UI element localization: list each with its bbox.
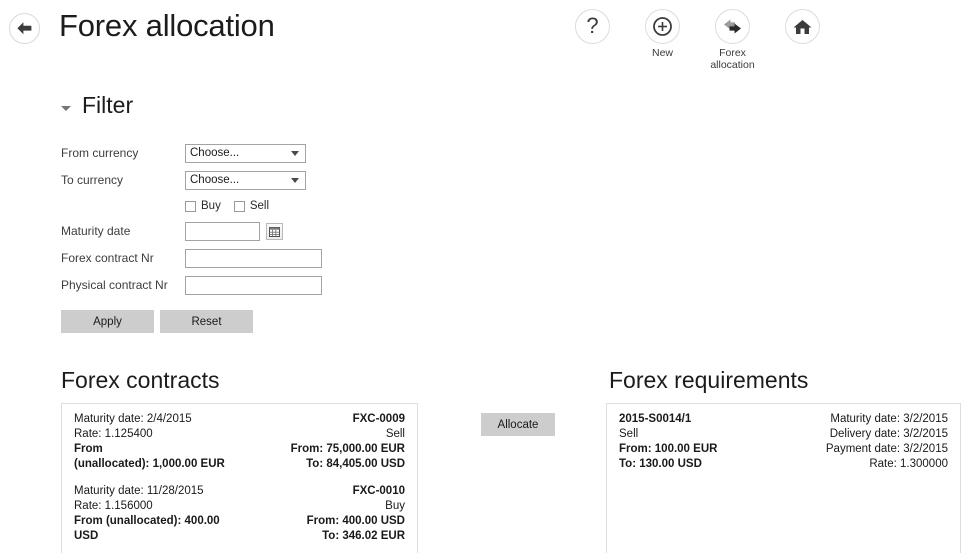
requirement-list-item[interactable]: 2015-S0014/1 Sell From: 100.00 EUR To: 1…: [607, 404, 960, 474]
contract-rate: Rate: 1.156000: [74, 500, 153, 512]
apply-button[interactable]: Apply: [61, 310, 154, 333]
contract-list-item[interactable]: Maturity date: 2/4/2015 Rate: 1.125400 F…: [62, 404, 417, 474]
requirement-maturity: Maturity date: 3/2/2015: [830, 413, 948, 425]
from-currency-row: From currency Choose...: [61, 140, 322, 166]
allocate-action: Allocate: [481, 413, 555, 436]
forex-requirements-panel: 2015-S0014/1 Sell From: 100.00 EUR To: 1…: [606, 403, 961, 553]
to-currency-row: To currency Choose...: [61, 167, 322, 193]
to-currency-label: To currency: [61, 173, 124, 187]
header-tool-icons: ? New Forex allocation: [562, 9, 833, 71]
help-icon-circle: ?: [575, 9, 610, 44]
filter-actions: Apply Reset: [61, 310, 322, 333]
contract-direction: Buy: [385, 500, 405, 512]
requirement-to-amount: To: 130.00 USD: [619, 458, 702, 470]
sell-checkbox[interactable]: [233, 200, 245, 212]
filter-toggle[interactable]: Filter: [61, 92, 133, 119]
requirement-left-column: 2015-S0014/1 Sell From: 100.00 EUR To: 1…: [619, 412, 784, 472]
new-icon-circle: [645, 9, 680, 44]
to-currency-select[interactable]: Choose...: [185, 170, 306, 190]
direction-checkbox-row: Buy Sell: [185, 194, 322, 218]
forex-contract-nr-label: Forex contract Nr: [61, 251, 154, 265]
contract-to-amount: To: 84,405.00 USD: [306, 458, 405, 470]
forex-allocation-label-line1: Forex: [719, 47, 746, 59]
physical-contract-nr-label: Physical contract Nr: [61, 278, 168, 292]
home-button[interactable]: [772, 9, 833, 71]
forex-contract-nr-row: Forex contract Nr: [61, 245, 322, 271]
home-icon: [793, 19, 812, 34]
reset-button[interactable]: Reset: [160, 310, 253, 333]
requirement-right-column: Maturity date: 3/2/2015 Delivery date: 3…: [784, 412, 948, 472]
maturity-date-row: Maturity date: [61, 218, 322, 244]
requirement-delivery: Delivery date: 3/2/2015: [829, 428, 948, 440]
home-icon-circle: [785, 9, 820, 44]
contract-right-column: FXC-0010 Buy From: 400.00 USD To: 346.02…: [240, 484, 405, 544]
from-currency-label: From currency: [61, 146, 139, 160]
sell-label: Sell: [249, 200, 270, 212]
requirement-number: 2015-S0014/1: [619, 413, 692, 425]
contract-to-amount: To: 346.02 EUR: [322, 530, 405, 542]
from-currency-value: Choose...: [190, 147, 240, 159]
buy-label: Buy: [201, 200, 221, 212]
back-button[interactable]: [9, 13, 40, 44]
arrow-left-circle-icon: [17, 22, 32, 35]
from-currency-select[interactable]: Choose...: [185, 143, 306, 163]
buy-checkbox[interactable]: [185, 200, 196, 212]
to-currency-value: Choose...: [190, 174, 240, 186]
contract-maturity: Maturity date: 11/28/2015: [74, 485, 204, 497]
page-header: Forex allocation ? New Forex allocation: [0, 0, 967, 80]
forex-contract-nr-input[interactable]: [185, 248, 322, 268]
help-button[interactable]: ?: [562, 9, 623, 71]
contract-right-column: FXC-0009 Sell From: 75,000.00 EUR To: 84…: [240, 412, 405, 472]
allocate-button[interactable]: Allocate: [481, 413, 555, 436]
contract-unallocated-line1: From: [74, 443, 103, 455]
forex-allocation-button[interactable]: Forex allocation: [702, 9, 763, 71]
requirement-from-amount: From: 100.00 EUR: [619, 443, 718, 455]
contract-from-amount: From: 75,000.00 EUR: [290, 443, 405, 455]
forex-contracts-title: Forex contracts: [61, 367, 220, 393]
filter-form: From currency Choose... To currency Choo…: [61, 140, 322, 333]
contract-unallocated-line1: From (unallocated): 400.00 USD: [74, 515, 220, 542]
new-label: New: [651, 47, 673, 59]
triangle-down-icon: [61, 106, 71, 111]
forex-contracts-panel: Maturity date: 2/4/2015 Rate: 1.125400 F…: [61, 403, 418, 553]
left-right-arrows-icon: [724, 19, 741, 34]
physical-contract-nr-input[interactable]: [185, 275, 322, 295]
maturity-date-input[interactable]: [185, 221, 260, 241]
circle-plus-icon: [653, 17, 672, 36]
forex-allocation-icon-circle: [715, 9, 750, 44]
contract-list-item[interactable]: Maturity date: 11/28/2015 Rate: 1.156000…: [62, 474, 417, 546]
contract-left-column: Maturity date: 11/28/2015 Rate: 1.156000…: [74, 484, 240, 544]
contract-number: FXC-0010: [352, 485, 405, 497]
contract-direction: Sell: [385, 428, 405, 440]
contract-maturity: Maturity date: 2/4/2015: [74, 413, 192, 425]
question-mark-icon: ?: [586, 13, 599, 38]
calendar-picker-button[interactable]: [266, 222, 283, 240]
new-button[interactable]: New: [632, 9, 693, 71]
forex-allocation-label-line2: allocation: [710, 59, 755, 71]
contract-left-column: Maturity date: 2/4/2015 Rate: 1.125400 F…: [74, 412, 240, 472]
filter-title: Filter: [82, 92, 134, 118]
requirement-payment: Payment date: 3/2/2015: [825, 443, 948, 455]
requirement-rate: Rate: 1.300000: [869, 458, 948, 470]
calendar-icon: [269, 226, 280, 237]
requirement-direction: Sell: [619, 428, 639, 440]
contract-rate: Rate: 1.125400: [74, 428, 153, 440]
maturity-date-label: Maturity date: [61, 224, 131, 238]
forex-allocation-page: Forex allocation ? New Forex allocation …: [0, 0, 967, 553]
page-title: Forex allocation: [59, 8, 275, 43]
contract-from-amount: From: 400.00 USD: [306, 515, 405, 527]
forex-allocation-label: Forex allocation: [702, 47, 763, 71]
chevron-down-icon: [291, 177, 299, 183]
forex-requirements-title: Forex requirements: [609, 367, 809, 393]
contract-number: FXC-0009: [352, 413, 405, 425]
contract-unallocated-line2: (unallocated): 1,000.00 EUR: [74, 458, 225, 470]
chevron-down-icon: [291, 150, 299, 156]
physical-contract-nr-row: Physical contract Nr: [61, 272, 322, 298]
